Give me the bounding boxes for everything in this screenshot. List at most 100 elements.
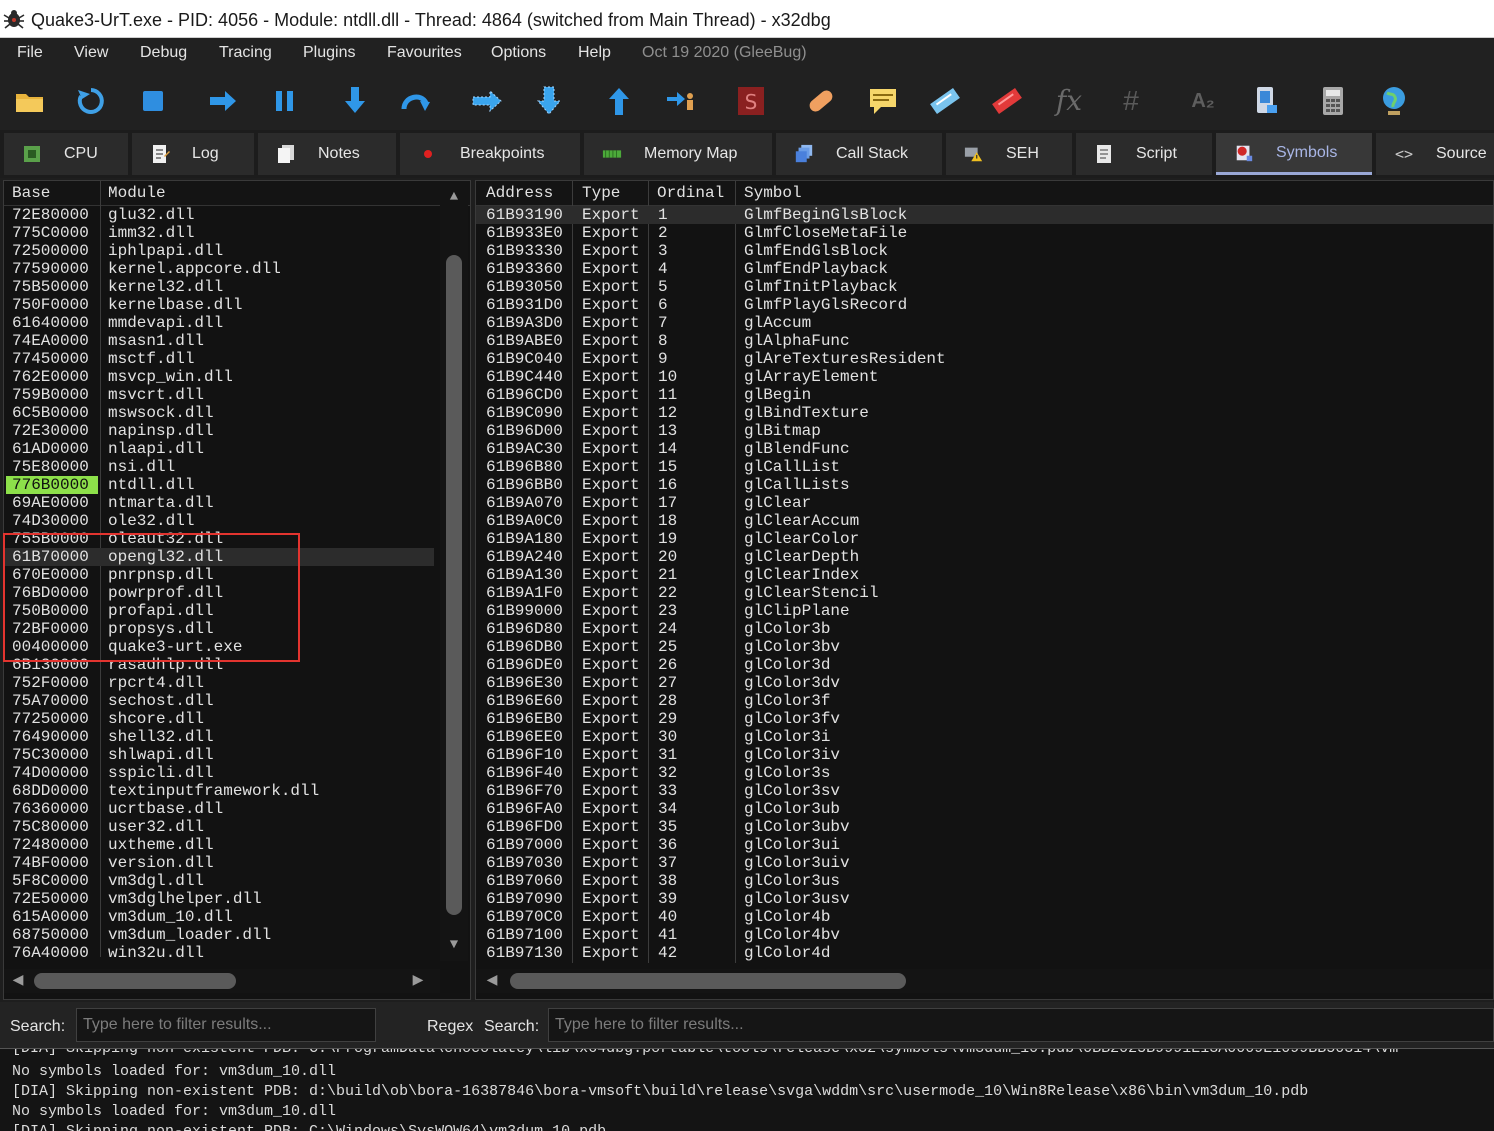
module-row[interactable]: 6B130000 rasadhlp.dll bbox=[4, 656, 434, 674]
symbol-row[interactable]: 61B96FA0 Export 34 glColor3ub bbox=[476, 800, 1493, 818]
menu-favourites[interactable]: Favourites bbox=[387, 44, 462, 62]
symbol-row[interactable]: 61B93330 Export 3 GlmfEndGlsBlock bbox=[476, 242, 1493, 260]
symbol-row[interactable]: 61B96F40 Export 32 glColor3s bbox=[476, 764, 1493, 782]
symbol-row[interactable]: 61B96F70 Export 33 glColor3sv bbox=[476, 782, 1493, 800]
module-row[interactable]: 75B50000 kernel32.dll bbox=[4, 278, 434, 296]
module-row[interactable]: 72500000 iphlpapi.dll bbox=[4, 242, 434, 260]
menu-tracing[interactable]: Tracing bbox=[219, 44, 272, 62]
bookmark-icon[interactable] bbox=[990, 84, 1024, 118]
execute-till-return-icon[interactable] bbox=[602, 84, 636, 118]
tab-notes[interactable]: Notes bbox=[258, 133, 396, 175]
module-row[interactable]: 75E80000 nsi.dll bbox=[4, 458, 434, 476]
module-row[interactable]: 75A70000 sechost.dll bbox=[4, 692, 434, 710]
symbol-row[interactable]: 61B97090 Export 39 glColor3usv bbox=[476, 890, 1493, 908]
module-row[interactable]: 6C5B0000 mswsock.dll bbox=[4, 404, 434, 422]
symbol-row[interactable]: 61B96D80 Export 24 glColor3b bbox=[476, 620, 1493, 638]
hscroll-thumb[interactable] bbox=[510, 973, 906, 989]
module-row[interactable]: 752F0000 rpcrt4.dll bbox=[4, 674, 434, 692]
function-icon[interactable]: fx bbox=[1052, 84, 1086, 118]
column-header-type[interactable]: Type bbox=[582, 184, 620, 202]
menu-view[interactable]: View bbox=[74, 44, 108, 62]
symbol-row[interactable]: 61B97060 Export 38 glColor3us bbox=[476, 872, 1493, 890]
symbol-row[interactable]: 61B93360 Export 4 GlmfEndPlayback bbox=[476, 260, 1493, 278]
symbol-row[interactable]: 61B9A070 Export 17 glClear bbox=[476, 494, 1493, 512]
tab-symbols[interactable]: Symbols bbox=[1216, 133, 1372, 175]
module-row[interactable]: 69AE0000 ntmarta.dll bbox=[4, 494, 434, 512]
module-row[interactable]: 77250000 shcore.dll bbox=[4, 710, 434, 728]
symbol-row[interactable]: 61B933E0 Export 2 GlmfCloseMetaFile bbox=[476, 224, 1493, 242]
scroll-down-arrow-icon[interactable]: ▼ bbox=[446, 937, 462, 953]
symbol-row[interactable]: 61B9A0C0 Export 18 glClearAccum bbox=[476, 512, 1493, 530]
symbol-row[interactable]: 61B9C090 Export 12 glBindTexture bbox=[476, 404, 1493, 422]
module-row[interactable]: 775C0000 imm32.dll bbox=[4, 224, 434, 242]
module-row[interactable]: 72E50000 vm3dglhelper.dll bbox=[4, 890, 434, 908]
symbol-row[interactable]: 61B96EE0 Export 30 glColor3i bbox=[476, 728, 1493, 746]
module-row[interactable]: 750B0000 profapi.dll bbox=[4, 602, 434, 620]
module-row[interactable]: 68750000 vm3dum_loader.dll bbox=[4, 926, 434, 944]
module-row[interactable]: 74EA0000 msasn1.dll bbox=[4, 332, 434, 350]
tab-call-stack[interactable]: Call Stack bbox=[776, 133, 942, 175]
symbol-row[interactable]: 61B96CD0 Export 11 glBegin bbox=[476, 386, 1493, 404]
module-row[interactable]: 61AD0000 nlaapi.dll bbox=[4, 440, 434, 458]
symbol-row[interactable]: 61B9C040 Export 9 glAreTexturesResident bbox=[476, 350, 1493, 368]
symbol-row[interactable]: 61B97030 Export 37 glColor3uiv bbox=[476, 854, 1493, 872]
module-row[interactable]: 61B70000 opengl32.dll bbox=[4, 548, 434, 566]
module-row[interactable]: 75C30000 shlwapi.dll bbox=[4, 746, 434, 764]
trace-into-icon[interactable] bbox=[470, 84, 504, 118]
module-row[interactable]: 72E80000 glu32.dll bbox=[4, 206, 434, 224]
run-to-user-code-icon[interactable] bbox=[664, 84, 698, 118]
tab-seh[interactable]: SEH bbox=[946, 133, 1072, 175]
globe-icon[interactable] bbox=[1377, 84, 1411, 118]
symbol-row[interactable]: 61B96E60 Export 28 glColor3f bbox=[476, 692, 1493, 710]
symbol-row[interactable]: 61B97000 Export 36 glColor3ui bbox=[476, 836, 1493, 854]
module-row[interactable]: 72E30000 napinsp.dll bbox=[4, 422, 434, 440]
symbol-row[interactable]: 61B96EB0 Export 29 glColor3fv bbox=[476, 710, 1493, 728]
menu-debug[interactable]: Debug bbox=[140, 44, 187, 62]
module-row[interactable]: 5F8C0000 vm3dgl.dll bbox=[4, 872, 434, 890]
module-row[interactable]: 76A40000 win32u.dll bbox=[4, 944, 434, 962]
symbol-row[interactable]: 61B9A130 Export 21 glClearIndex bbox=[476, 566, 1493, 584]
step-into-icon[interactable] bbox=[338, 84, 372, 118]
label-icon[interactable] bbox=[928, 84, 962, 118]
module-row[interactable]: 750F0000 kernelbase.dll bbox=[4, 296, 434, 314]
comment-icon[interactable] bbox=[866, 84, 900, 118]
trace-over-icon[interactable] bbox=[532, 84, 566, 118]
module-row[interactable]: 759B0000 msvcrt.dll bbox=[4, 386, 434, 404]
scylla-icon[interactable]: S bbox=[734, 84, 768, 118]
font-icon[interactable]: A₂ bbox=[1186, 84, 1220, 118]
open-icon[interactable] bbox=[13, 84, 47, 118]
scroll-left-arrow-icon[interactable]: ◀ bbox=[10, 973, 26, 989]
module-row[interactable]: 755B0000 oleaut32.dll bbox=[4, 530, 434, 548]
module-row[interactable]: 670E0000 pnrpnsp.dll bbox=[4, 566, 434, 584]
symbol-search-input[interactable] bbox=[548, 1008, 1494, 1042]
symbol-row[interactable]: 61B931D0 Export 6 GlmfPlayGlsRecord bbox=[476, 296, 1493, 314]
symbol-row[interactable]: 61B93050 Export 5 GlmfInitPlayback bbox=[476, 278, 1493, 296]
hash-icon[interactable]: # bbox=[1114, 84, 1148, 118]
symbol-row[interactable]: 61B97100 Export 41 glColor4bv bbox=[476, 926, 1493, 944]
symbol-row[interactable]: 61B93190 Export 1 GlmfBeginGlsBlock bbox=[476, 206, 1493, 224]
module-row[interactable]: 61640000 mmdevapi.dll bbox=[4, 314, 434, 332]
tab-source[interactable]: <> Source bbox=[1376, 133, 1494, 175]
column-header-address[interactable]: Address bbox=[486, 184, 553, 202]
symbol-row[interactable]: 61B9A240 Export 20 glClearDepth bbox=[476, 548, 1493, 566]
module-row[interactable]: 77590000 kernel.appcore.dll bbox=[4, 260, 434, 278]
symbol-row[interactable]: 61B97130 Export 42 glColor4d bbox=[476, 944, 1493, 962]
module-row[interactable]: 762E0000 msvcp_win.dll bbox=[4, 368, 434, 386]
menu-help[interactable]: Help bbox=[578, 44, 611, 62]
patch-icon[interactable] bbox=[804, 84, 838, 118]
symbol-row[interactable]: 61B96E30 Export 27 glColor3dv bbox=[476, 674, 1493, 692]
stop-icon[interactable] bbox=[136, 84, 170, 118]
module-row[interactable]: 77450000 msctf.dll bbox=[4, 350, 434, 368]
scroll-thumb[interactable] bbox=[446, 255, 462, 915]
symbol-row[interactable]: 61B96D00 Export 13 glBitmap bbox=[476, 422, 1493, 440]
symbol-row[interactable]: 61B9A3D0 Export 7 glAccum bbox=[476, 314, 1493, 332]
symbol-row[interactable]: 61B96BB0 Export 16 glCallLists bbox=[476, 476, 1493, 494]
symbol-row[interactable]: 61B9AC30 Export 14 glBlendFunc bbox=[476, 440, 1493, 458]
tab-breakpoints[interactable]: Breakpoints bbox=[400, 133, 580, 175]
scroll-right-arrow-icon[interactable]: ▶ bbox=[410, 973, 426, 989]
symbol-row[interactable]: 61B9A1F0 Export 22 glClearStencil bbox=[476, 584, 1493, 602]
scroll-up-arrow-icon[interactable]: ▲ bbox=[446, 189, 462, 205]
module-list-hscroll[interactable]: ◀ ▶ bbox=[4, 969, 440, 993]
module-search-input[interactable] bbox=[76, 1008, 376, 1042]
module-row[interactable]: 68DD0000 textinputframework.dll bbox=[4, 782, 434, 800]
